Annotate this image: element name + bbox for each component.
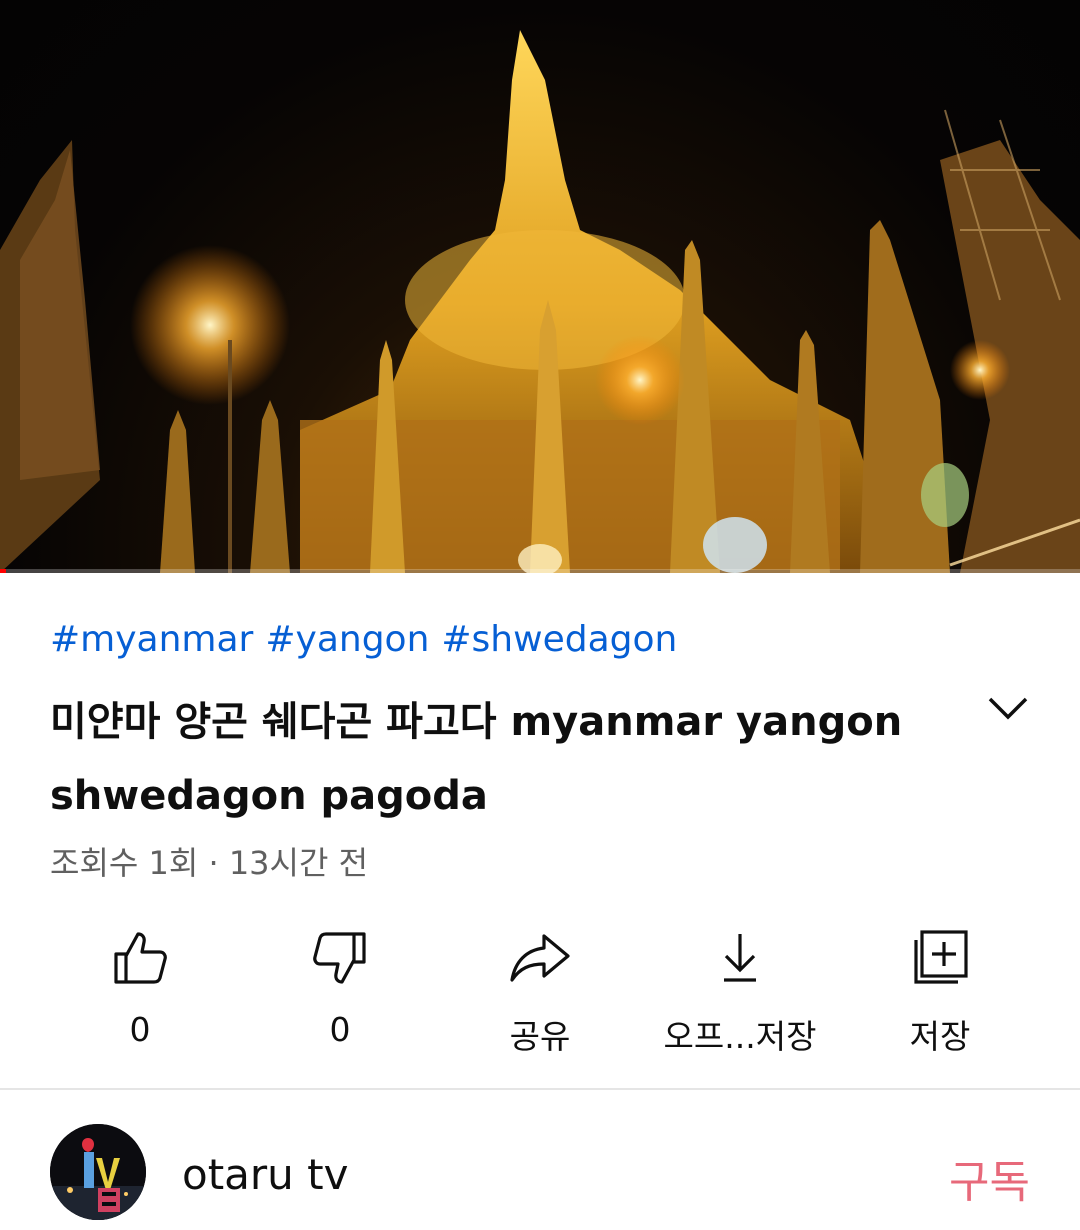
thumbs-up-icon: [114, 932, 167, 984]
hashtag-list: #myanmar #yangon #shwedagon: [50, 619, 689, 660]
video-player[interactable]: [0, 0, 1080, 573]
download-button[interactable]: 오프...저장: [640, 918, 840, 1058]
like-count: 0: [129, 1010, 151, 1049]
video-thumbnail: [0, 30, 1080, 573]
share-label: 공유: [509, 1017, 571, 1056]
channel-row: otaru tv 구독: [0, 1090, 1080, 1230]
upload-age: 13시간 전: [228, 844, 369, 882]
video-meta: 조회수 1회 · 13시간 전: [50, 838, 368, 884]
download-label: 오프...저장: [663, 1017, 817, 1056]
dislike-button[interactable]: 0: [240, 918, 440, 1058]
hashtag-link[interactable]: #shwedagon: [441, 619, 677, 660]
subscribe-button[interactable]: 구독: [949, 1146, 1030, 1210]
share-icon: [510, 934, 570, 982]
channel-name[interactable]: otaru tv: [182, 1150, 348, 1199]
video-info: #myanmar #yangon #shwedagon 미얀마 양곤 쉐다곤 파고다…: [0, 573, 1080, 1088]
channel-avatar[interactable]: [50, 1124, 146, 1220]
view-count: 조회수 1회: [50, 844, 199, 882]
save-button[interactable]: 저장: [840, 918, 1040, 1058]
meta-separator: ·: [208, 844, 219, 882]
chevron-down-icon[interactable]: [982, 689, 1034, 729]
like-button[interactable]: 0: [40, 918, 240, 1058]
save-label: 저장: [909, 1017, 971, 1056]
download-icon: [724, 934, 756, 982]
video-title[interactable]: 미얀마 양곤 쉐다곤 파고다 myanmar yangon shwedagon …: [50, 685, 930, 833]
action-bar: 0 0 공유 오프...저장 저장: [40, 918, 1040, 1058]
dislike-count: 0: [329, 1010, 351, 1049]
channel-avatar-image: [50, 1124, 146, 1220]
hashtag-link[interactable]: #myanmar: [50, 619, 253, 660]
share-button[interactable]: 공유: [440, 918, 640, 1058]
add-to-playlist-icon: [914, 930, 968, 984]
hashtag-link[interactable]: #yangon: [265, 619, 429, 660]
thumbs-down-icon: [313, 932, 366, 984]
